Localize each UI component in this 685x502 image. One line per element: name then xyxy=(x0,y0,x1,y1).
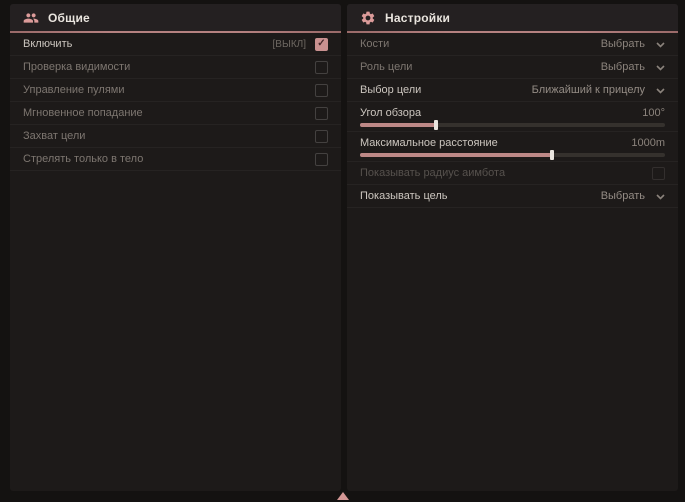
row-instant-hit[interactable]: Мгновенное попадание ✓ xyxy=(10,102,341,125)
panel-general-title: Общие xyxy=(48,11,90,25)
row-target-role-label: Роль цели xyxy=(360,61,601,73)
chevron-down-icon[interactable] xyxy=(656,63,665,72)
row-bones-label: Кости xyxy=(360,38,601,50)
bullet-control-checkbox[interactable]: ✓ xyxy=(315,84,328,97)
row-body-only-label: Стрелять только в тело xyxy=(23,153,315,165)
target-lock-checkbox[interactable]: ✓ xyxy=(315,130,328,143)
chevron-down-icon[interactable] xyxy=(656,86,665,95)
max-distance-slider-thumb[interactable] xyxy=(550,150,554,160)
row-bones[interactable]: Кости Выбрать xyxy=(347,33,678,56)
row-enable[interactable]: Включить [ВЫКЛ] ✓ xyxy=(10,33,341,56)
panel-general-header: Общие xyxy=(10,4,341,31)
max-distance-value: 1000m xyxy=(631,137,665,149)
row-visibility-check[interactable]: Проверка видимости ✓ xyxy=(10,56,341,79)
row-show-target[interactable]: Показывать цель Выбрать xyxy=(347,185,678,208)
bones-dropdown-value[interactable]: Выбрать xyxy=(601,38,645,50)
panel-general: Общие Включить [ВЫКЛ] ✓ Проверка видимос… xyxy=(10,4,341,491)
mod-menu-window: Общие Включить [ВЫКЛ] ✓ Проверка видимос… xyxy=(0,0,685,502)
row-max-distance-label: Максимальное расстояние xyxy=(360,137,631,149)
row-show-target-label: Показывать цель xyxy=(360,190,601,202)
row-target-lock[interactable]: Захват цели ✓ xyxy=(10,125,341,148)
body-only-checkbox[interactable]: ✓ xyxy=(315,153,328,166)
row-bullet-control[interactable]: Управление пулями ✓ xyxy=(10,79,341,102)
chevron-down-icon[interactable] xyxy=(656,40,665,49)
panel-settings-title: Настройки xyxy=(385,11,450,25)
show-radius-checkbox[interactable]: ✓ xyxy=(652,167,665,180)
row-enable-label: Включить xyxy=(23,38,273,50)
row-fov: Угол обзора 100° xyxy=(347,102,678,132)
panel-settings: Настройки Кости Выбрать Роль цели Выбрат… xyxy=(347,4,678,491)
row-fov-label: Угол обзора xyxy=(360,107,642,119)
max-distance-slider[interactable] xyxy=(360,153,665,157)
row-target-selection-label: Выбор цели xyxy=(360,84,532,96)
scroll-up-indicator[interactable] xyxy=(337,492,349,500)
target-selection-dropdown-value[interactable]: Ближайший к прицелу xyxy=(532,84,645,96)
target-role-dropdown-value[interactable]: Выбрать xyxy=(601,61,645,73)
row-max-distance: Максимальное расстояние 1000m xyxy=(347,132,678,162)
enable-checkbox[interactable]: ✓ xyxy=(315,38,328,51)
fov-slider[interactable] xyxy=(360,123,665,127)
show-target-dropdown-value[interactable]: Выбрать xyxy=(601,190,645,202)
row-target-selection[interactable]: Выбор цели Ближайший к прицелу xyxy=(347,79,678,102)
fov-value: 100° xyxy=(642,107,665,119)
gear-icon xyxy=(360,10,376,26)
row-visibility-check-label: Проверка видимости xyxy=(23,61,315,73)
fov-slider-thumb[interactable] xyxy=(434,120,438,130)
hotkey-label[interactable]: [ВЫКЛ] xyxy=(273,39,306,50)
users-icon xyxy=(23,10,39,26)
chevron-down-icon[interactable] xyxy=(656,192,665,201)
row-body-only[interactable]: Стрелять только в тело ✓ xyxy=(10,148,341,171)
panel-settings-header: Настройки xyxy=(347,4,678,31)
max-distance-slider-fill xyxy=(360,153,552,157)
visibility-check-checkbox[interactable]: ✓ xyxy=(315,61,328,74)
row-bullet-control-label: Управление пулями xyxy=(23,84,315,96)
fov-slider-fill xyxy=(360,123,436,127)
row-show-radius[interactable]: Показывать радиус аимбота ✓ xyxy=(347,162,678,185)
instant-hit-checkbox[interactable]: ✓ xyxy=(315,107,328,120)
row-show-radius-label: Показывать радиус аимбота xyxy=(360,167,652,179)
row-target-lock-label: Захват цели xyxy=(23,130,315,142)
row-target-role[interactable]: Роль цели Выбрать xyxy=(347,56,678,79)
check-icon: ✓ xyxy=(317,39,325,49)
row-instant-hit-label: Мгновенное попадание xyxy=(23,107,315,119)
